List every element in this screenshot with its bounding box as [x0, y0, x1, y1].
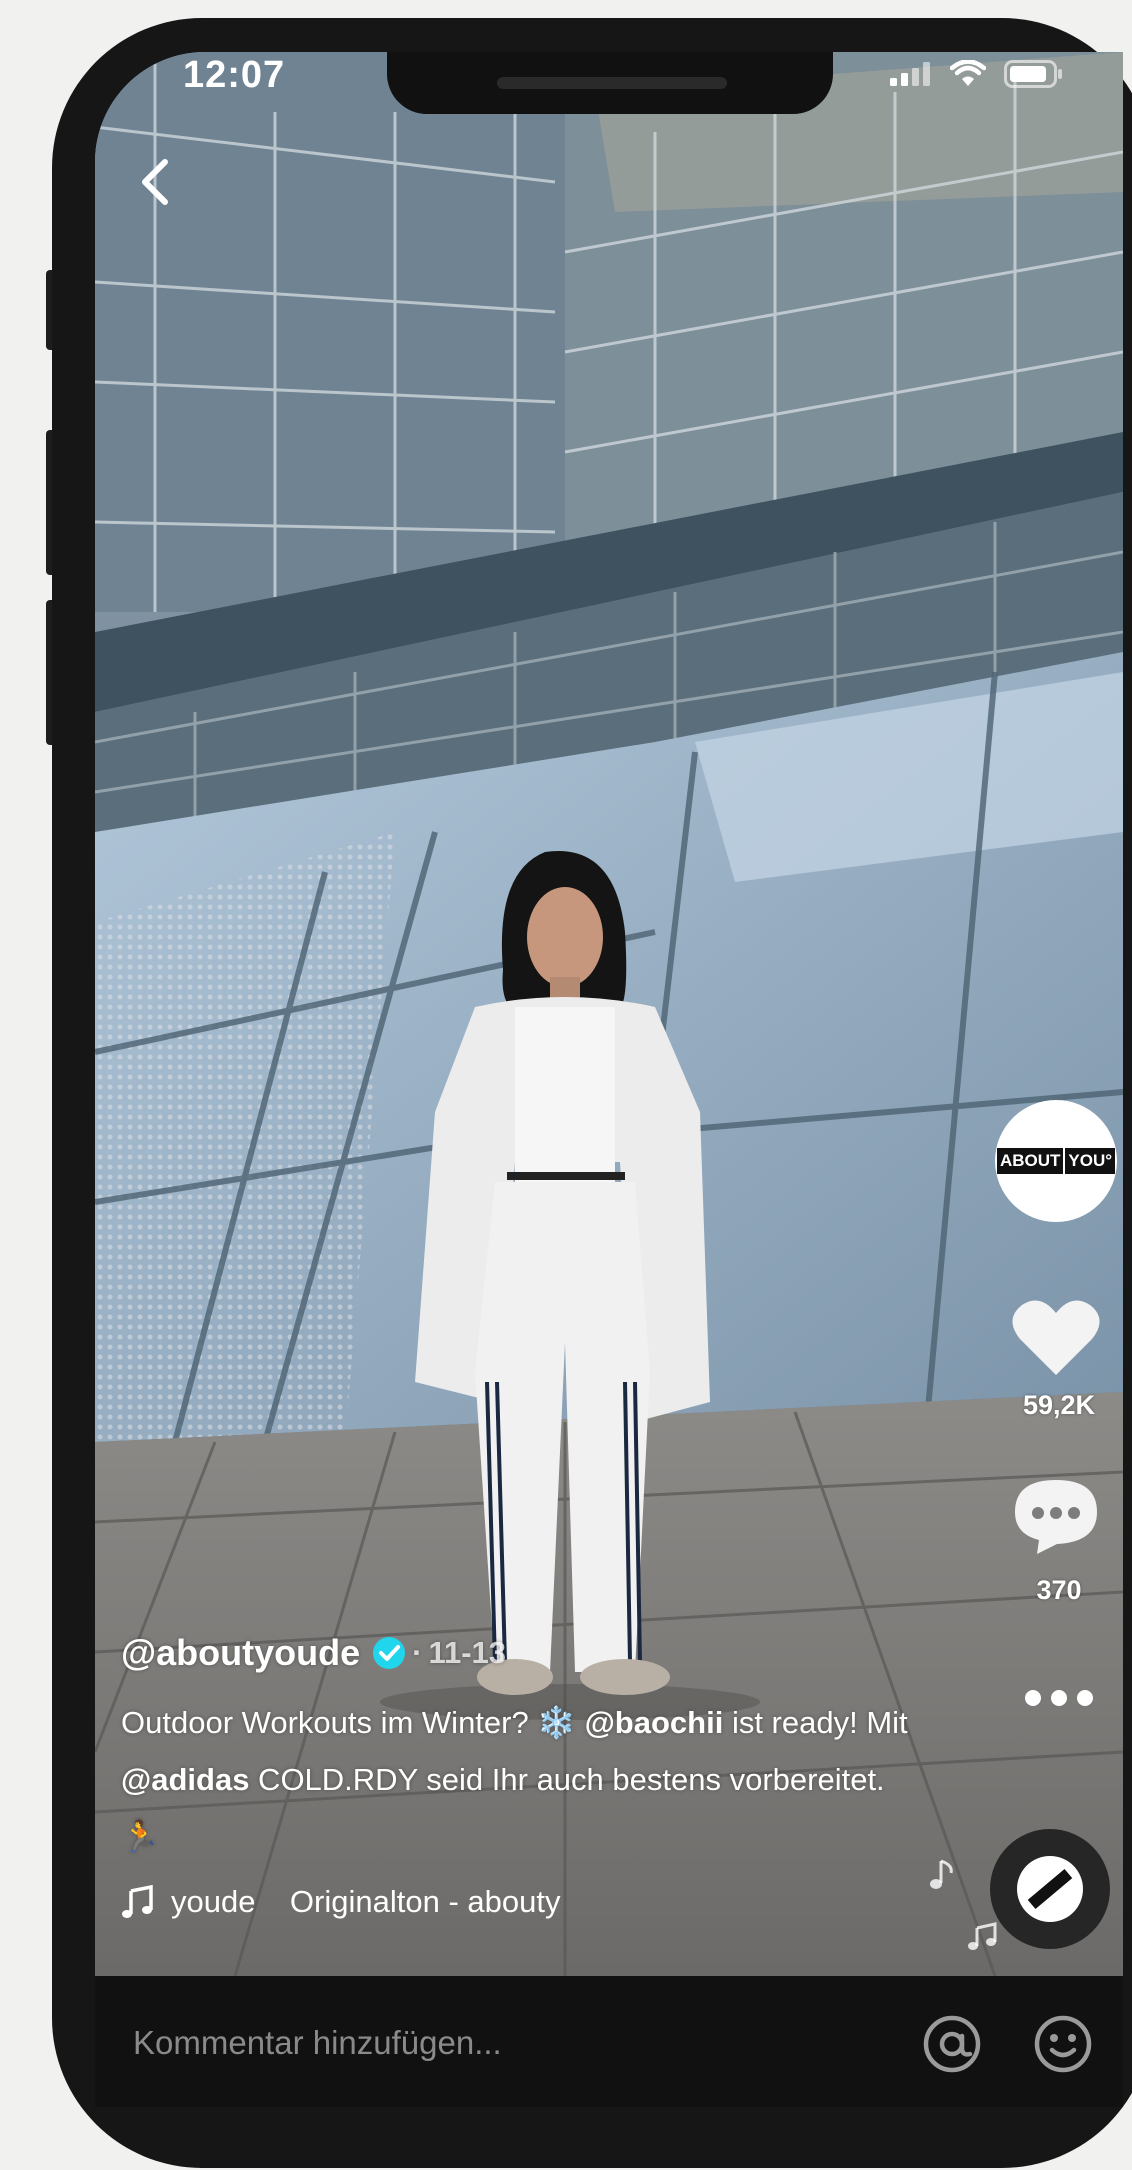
screen: 12:07 ABOUT YOU° 59,2K 370 @aboutyoude ·… — [95, 52, 1123, 2107]
snowflake-emoji: ❄️ — [537, 1705, 576, 1740]
like-count: 59,2K — [1022, 1390, 1096, 1420]
comment-count: 370 — [1036, 1575, 1082, 1605]
emoji-icon[interactable] — [1033, 2014, 1093, 2074]
signal-icon — [890, 62, 930, 86]
mention-adidas[interactable]: @adidas — [121, 1762, 249, 1797]
battery-icon — [1004, 60, 1062, 88]
floating-note-icon-2 — [968, 1922, 997, 1950]
wifi-icon — [950, 60, 986, 86]
post-date: 11-13 — [428, 1635, 507, 1670]
music-disc[interactable] — [990, 1829, 1110, 1949]
about-you-logo: ABOUT YOU° — [996, 1148, 1116, 1174]
comment-bar — [95, 1976, 1123, 2107]
music-note-icon — [122, 1885, 153, 1918]
username-link[interactable]: @aboutyoude — [121, 1632, 360, 1674]
disc-logo — [1017, 1856, 1083, 1922]
about-you-disc-icon — [1027, 1868, 1073, 1910]
comment-bubble-icon[interactable] — [1011, 1476, 1101, 1556]
status-indicators — [890, 60, 1064, 88]
comment-input[interactable] — [133, 2024, 833, 2062]
more-options-icon[interactable] — [1023, 1688, 1095, 1708]
caption-text: Outdoor Workouts im Winter? ❄️ @baochii … — [121, 1705, 908, 1854]
back-chevron-icon[interactable] — [127, 152, 187, 212]
mention-at-icon[interactable] — [922, 2014, 982, 2074]
profile-avatar[interactable]: ABOUT YOU° — [995, 1100, 1117, 1222]
camera-notch — [387, 52, 833, 114]
runner-emoji: 🏃 — [121, 1819, 160, 1854]
date-separator: · — [412, 1635, 423, 1670]
like-heart-icon[interactable] — [1010, 1297, 1102, 1379]
post-caption: @aboutyoude · 11-13 Outdoor Workouts im … — [121, 1632, 921, 1865]
music-row[interactable]: youde Originalton - abouty — [121, 1884, 560, 1920]
status-time: 12:07 — [183, 54, 286, 96]
verified-badge-icon — [373, 1637, 406, 1669]
floating-note-icon — [930, 1859, 953, 1889]
music-title: youde Originalton - abouty — [171, 1884, 561, 1919]
mention-baochii[interactable]: @baochii — [585, 1705, 724, 1740]
